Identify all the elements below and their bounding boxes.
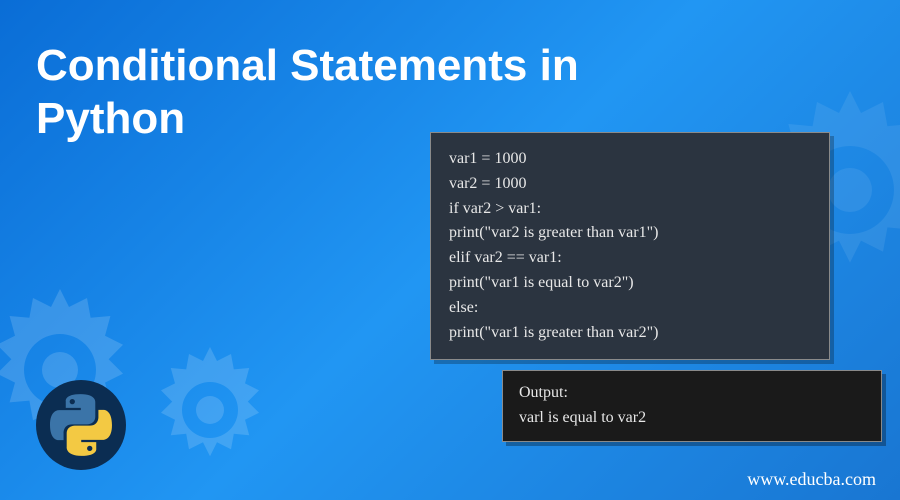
output-block: Output: varl is equal to var2 bbox=[502, 370, 882, 442]
page-title: Conditional Statements in Python bbox=[36, 40, 579, 146]
title-line-1: Conditional Statements in bbox=[36, 40, 579, 93]
code-line: else: bbox=[449, 296, 811, 321]
code-line: elif var2 == var1: bbox=[449, 246, 811, 271]
code-line: print("var1 is greater than var2") bbox=[449, 321, 811, 346]
python-logo-icon bbox=[50, 394, 112, 456]
output-text: varl is equal to var2 bbox=[519, 406, 865, 431]
website-url: www.educba.com bbox=[747, 469, 876, 490]
code-line: print("var1 is equal to var2") bbox=[449, 271, 811, 296]
code-line: var1 = 1000 bbox=[449, 147, 811, 172]
code-line: print("var2 is greater than var1") bbox=[449, 221, 811, 246]
code-block: var1 = 1000 var2 = 1000 if var2 > var1: … bbox=[430, 132, 830, 360]
output-label: Output: bbox=[519, 381, 865, 406]
code-line: var2 = 1000 bbox=[449, 172, 811, 197]
python-logo-badge bbox=[36, 380, 126, 470]
gear-icon bbox=[140, 340, 280, 480]
code-line: if var2 > var1: bbox=[449, 197, 811, 222]
